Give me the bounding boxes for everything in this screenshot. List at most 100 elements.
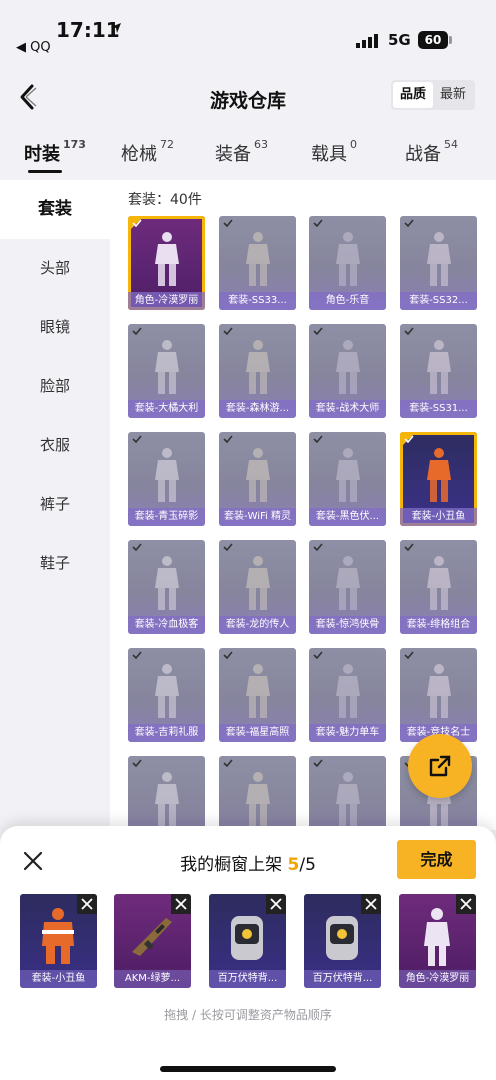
grid-item[interactable]: 套装-小丑鱼 xyxy=(400,432,477,526)
nav-bar: 游戏仓库 品质 最新 xyxy=(0,70,496,126)
sidebar-item-glasses[interactable]: 眼镜 xyxy=(0,298,110,357)
reorder-hint: 拖拽 / 长按可调整资产物品顺序 xyxy=(164,1008,332,1022)
sidebar-item-suit[interactable]: 套装 xyxy=(0,180,110,239)
share-button[interactable] xyxy=(408,734,472,798)
grid-item[interactable] xyxy=(219,756,296,830)
outfit-thumbnail-icon xyxy=(336,772,360,826)
remove-slot-button[interactable] xyxy=(361,894,381,914)
showcase-slot[interactable]: AKM-绿萝... xyxy=(114,894,191,988)
outfit-thumbnail-icon xyxy=(336,232,360,286)
showcase-slot[interactable]: 角色-冷漠罗丽 xyxy=(399,894,476,988)
check-icon xyxy=(313,543,323,551)
item-grid: 套装：40件 角色-冷漠罗丽 套装-SS33... 角色-乐音 套装-SS32... 套… xyxy=(110,180,496,830)
showcase-slot[interactable]: 套装-小丑鱼 xyxy=(20,894,97,988)
sort-option-quality[interactable]: 品质 xyxy=(393,82,433,108)
tab-supplies[interactable]: 战备 54 xyxy=(405,138,458,166)
outfit-thumbnail-icon xyxy=(155,340,179,394)
check-icon xyxy=(404,651,414,659)
grid-item-label: 套装-森林游... xyxy=(219,400,296,418)
grid-item-label: 套装-WiFi 精灵 xyxy=(219,508,296,526)
outfit-thumbnail-icon xyxy=(427,448,451,502)
check-icon xyxy=(223,435,233,443)
outfit-thumbnail-icon xyxy=(246,664,270,718)
backpack-icon xyxy=(231,916,263,960)
tab-equipment[interactable]: 装备 63 xyxy=(215,138,268,166)
tab-label: 时装 xyxy=(24,144,60,165)
remove-slot-button[interactable] xyxy=(171,894,191,914)
grid-item[interactable]: 套装-WiFi 精灵 xyxy=(219,432,296,526)
grid-item[interactable]: 角色-冷漠罗丽 xyxy=(128,216,205,310)
grid-item-label: 套装-青玉碎影 xyxy=(128,508,205,526)
tab-label: 载具 xyxy=(311,144,347,165)
remove-slot-button[interactable] xyxy=(266,894,286,914)
close-icon xyxy=(460,898,472,910)
showcase-slot-label: 套装-小丑鱼 xyxy=(20,970,97,988)
grid-item-label: 套装-小丑鱼 xyxy=(400,508,477,526)
check-icon xyxy=(404,327,414,335)
showcase-filled-count: 5 xyxy=(287,855,300,875)
grid-item[interactable]: 套装-黑色伏... xyxy=(309,432,386,526)
category-tabs: 时装 173 枪械 72 装备 63 载具 0 战备 54 xyxy=(0,128,496,178)
check-icon xyxy=(223,759,233,767)
grid-item[interactable]: 套装-SS32... xyxy=(400,216,477,310)
check-icon xyxy=(132,651,142,659)
back-to-app-link[interactable]: ◀ QQ xyxy=(16,40,51,55)
character-icon xyxy=(424,908,450,966)
outfit-thumbnail-icon xyxy=(155,664,179,718)
outfit-thumbnail-icon xyxy=(155,772,179,826)
sidebar-item-shoes[interactable]: 鞋子 xyxy=(0,534,110,593)
check-icon xyxy=(404,435,414,443)
remove-slot-button[interactable] xyxy=(456,894,476,914)
grid-item[interactable]: 套装-惊鸿侠骨 xyxy=(309,540,386,634)
tab-guns[interactable]: 枪械 72 xyxy=(121,138,174,166)
grid-item-label: 套装-吉莉礼服 xyxy=(128,724,205,742)
grid-item[interactable]: 套装-吉莉礼服 xyxy=(128,648,205,742)
grid-item[interactable]: 套装-绯格组合 xyxy=(400,540,477,634)
sort-option-latest[interactable]: 最新 xyxy=(433,82,473,108)
grid-item[interactable]: 套装-森林游... xyxy=(219,324,296,418)
showcase-total-count: /5 xyxy=(299,855,316,875)
tab-fashion[interactable]: 时装 173 xyxy=(24,138,86,166)
outfit-thumbnail-icon xyxy=(246,448,270,502)
outfit-thumbnail-icon xyxy=(336,664,360,718)
check-icon xyxy=(313,219,323,227)
grid-item-label: 套装-SS31... xyxy=(400,400,477,418)
check-icon xyxy=(223,543,233,551)
grid-item[interactable]: 套装-龙的传人 xyxy=(219,540,296,634)
tab-vehicles[interactable]: 载具 0 xyxy=(311,138,357,166)
tab-count: 54 xyxy=(444,138,458,151)
grid-item[interactable]: 套装-青玉碎影 xyxy=(128,432,205,526)
grid-item[interactable]: 套装-魅力单车 xyxy=(309,648,386,742)
grid-item[interactable]: 套装-SS31... xyxy=(400,324,477,418)
grid-item[interactable]: 角色-乐音 xyxy=(309,216,386,310)
outfit-thumbnail-icon xyxy=(427,232,451,286)
done-button[interactable]: 完成 xyxy=(397,840,476,879)
close-icon xyxy=(175,898,187,910)
check-icon xyxy=(132,759,142,767)
backpack-icon xyxy=(326,916,358,960)
remove-slot-button[interactable] xyxy=(77,894,97,914)
grid-item-label: 套装-魅力单车 xyxy=(309,724,386,742)
showcase-slot[interactable]: 百万伏特背... xyxy=(304,894,381,988)
grid-item-label: 套装-惊鸿侠骨 xyxy=(309,616,386,634)
grid-item[interactable]: 套装-竞技名士 xyxy=(400,648,477,742)
sidebar-item-face[interactable]: 脸部 xyxy=(0,357,110,416)
grid-item[interactable]: 套装-大橘大利 xyxy=(128,324,205,418)
showcase-slot[interactable]: 百万伏特背... xyxy=(209,894,286,988)
battery-indicator: 60 xyxy=(418,31,448,49)
tab-label: 枪械 xyxy=(121,144,157,165)
network-type: 5G xyxy=(388,31,411,49)
sidebar-item-head[interactable]: 头部 xyxy=(0,239,110,298)
grid-item[interactable]: 套装-福星高照 xyxy=(219,648,296,742)
home-indicator xyxy=(160,1066,336,1072)
grid-item[interactable]: 套装-SS33... xyxy=(219,216,296,310)
grid-item[interactable] xyxy=(309,756,386,830)
close-icon xyxy=(365,898,377,910)
grid-item[interactable]: 套装-冷血极客 xyxy=(128,540,205,634)
grid-item[interactable]: 套装-战术大师 xyxy=(309,324,386,418)
sidebar-item-clothes[interactable]: 衣服 xyxy=(0,416,110,475)
outfit-thumbnail-icon xyxy=(336,556,360,610)
grid-item-label: 套装-战术大师 xyxy=(309,400,386,418)
sidebar-item-pants[interactable]: 裤子 xyxy=(0,475,110,534)
grid-item[interactable] xyxy=(128,756,205,830)
